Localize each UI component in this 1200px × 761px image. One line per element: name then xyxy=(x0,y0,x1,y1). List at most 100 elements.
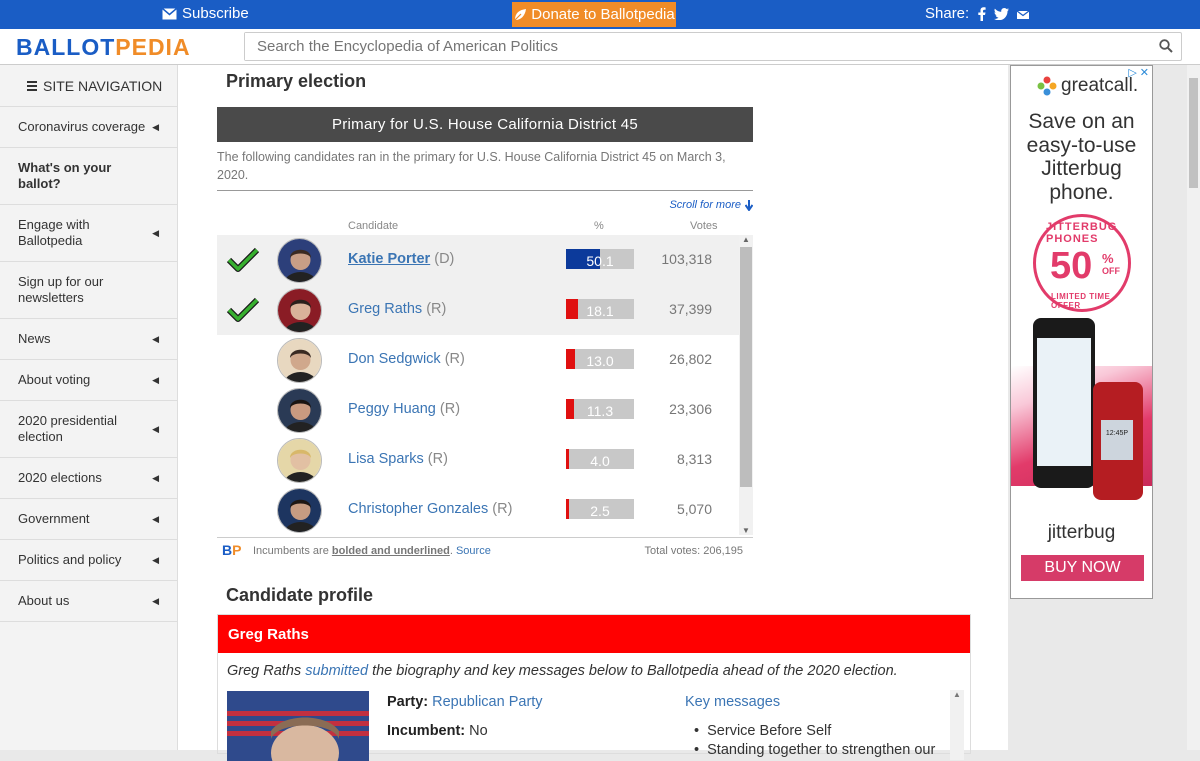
sidebar-item[interactable]: News ◀ xyxy=(0,319,177,360)
envelope-icon xyxy=(162,7,177,19)
key-message-item: • Service Before Self xyxy=(694,723,832,739)
candidate-party: (R) xyxy=(492,501,513,517)
badge-number: 50 xyxy=(1050,245,1093,287)
vote-count: 5,070 xyxy=(676,501,712,517)
sidebar-item[interactable]: 2020 presidential election ◀ xyxy=(0,401,177,458)
scroll-for-more-link[interactable]: Scroll for more xyxy=(669,199,753,211)
sidebar-item[interactable]: Politics and policy ◀ xyxy=(0,540,177,581)
donate-button[interactable]: Donate to Ballotpedia xyxy=(512,2,676,27)
discount-badge: JITTERBUG PHONES 50 % OFF LIMITED TIME O… xyxy=(1033,214,1131,312)
candidate-name-link[interactable]: Don Sedgwick xyxy=(348,351,441,367)
caret-left-icon[interactable]: ◀ xyxy=(152,119,159,135)
candidate-avatar[interactable] xyxy=(277,288,322,333)
sidebar-item[interactable]: Sign up for our newsletters xyxy=(0,262,177,319)
sidebar-item[interactable]: 2020 elections ◀ xyxy=(0,458,177,499)
candidate-avatar[interactable] xyxy=(277,338,322,383)
vote-count: 8,313 xyxy=(676,451,712,467)
logo-part-ballot: BALLOT xyxy=(16,34,116,60)
email-share-icon[interactable] xyxy=(1017,10,1030,20)
vote-percent-bar: 50.1 xyxy=(566,249,634,269)
col-votes: Votes xyxy=(690,220,718,232)
sidebar-item[interactable]: Coronavirus coverage ◀ xyxy=(0,107,177,148)
candidate-name-link[interactable]: Greg Raths xyxy=(348,301,422,317)
caret-left-icon[interactable]: ◀ xyxy=(152,593,159,609)
candidate-avatar[interactable] xyxy=(277,438,322,483)
page-scroll-thumb[interactable] xyxy=(1189,78,1198,188)
sidebar-item-label: 2020 presidential election xyxy=(18,413,118,444)
caret-left-icon[interactable]: ◀ xyxy=(152,225,159,241)
ad-close-icon[interactable]: ✕ xyxy=(1140,66,1149,79)
facebook-icon[interactable] xyxy=(977,6,986,21)
scroll-hint-label: Scroll for more xyxy=(669,199,741,211)
candidate-name-cell: Lisa Sparks (R) xyxy=(348,451,448,467)
scroll-down-arrow[interactable]: ▼ xyxy=(739,526,753,535)
search-input[interactable] xyxy=(245,33,1125,60)
leaf-icon xyxy=(513,8,527,21)
badge-off: OFF xyxy=(1102,266,1120,276)
candidate-name-cell: Christopher Gonzales (R) xyxy=(348,501,512,517)
candidate-name-link[interactable]: Christopher Gonzales xyxy=(348,501,488,517)
bp-logo-icon: BP xyxy=(222,542,242,558)
candidate-avatar[interactable] xyxy=(277,488,322,533)
candidate-row: Katie Porter (D) 50.1 103,318 xyxy=(217,235,739,285)
site-navigation-toggle[interactable]: SITE NAVIGATION xyxy=(0,65,177,107)
page-scrollbar[interactable] xyxy=(1187,65,1200,750)
caret-left-icon[interactable]: ◀ xyxy=(152,331,159,347)
results-scroll-thumb[interactable] xyxy=(740,247,752,487)
caret-left-icon[interactable]: ◀ xyxy=(152,470,159,486)
vote-percent-bar: 18.1 xyxy=(566,299,634,319)
advertisement[interactable]: ▷ ✕ greatcall. Save on an easy-to-use Ji… xyxy=(1010,65,1153,599)
submitted-link[interactable]: submitted xyxy=(305,663,368,679)
hamburger-icon xyxy=(27,80,37,91)
main-content: Primary election Primary for U.S. House … xyxy=(178,65,1008,761)
vote-percent-bar: 11.3 xyxy=(566,399,634,419)
candidate-name-link[interactable]: Peggy Huang xyxy=(348,401,436,417)
ad-headline: Save on an easy-to-use Jitterbug phone. xyxy=(1026,110,1137,204)
buy-now-button[interactable]: BUY NOW xyxy=(1021,555,1144,581)
candidate-avatar[interactable] xyxy=(277,388,322,433)
caret-left-icon[interactable]: ◀ xyxy=(152,552,159,568)
subscribe-label: Subscribe xyxy=(182,5,249,22)
ballotpedia-logo[interactable]: BALLOTPEDIA xyxy=(16,34,191,61)
sidebar-item[interactable]: What's on your ballot? xyxy=(0,148,177,205)
candidate-rows: Katie Porter (D) 50.1 103,318 Greg Raths (R… xyxy=(217,235,753,535)
sidebar-item-label: Coronavirus coverage xyxy=(18,119,146,134)
incumbent-note: Incumbents are bolded and underlined. So… xyxy=(253,545,491,557)
party-link[interactable]: Republican Party xyxy=(432,694,542,710)
candidate-name-link[interactable]: Katie Porter xyxy=(348,251,430,267)
col-candidate: Candidate xyxy=(348,220,399,232)
twitter-icon[interactable] xyxy=(994,7,1010,20)
vote-percent-label: 18.1 xyxy=(586,303,614,319)
subscribe-link[interactable]: Subscribe xyxy=(162,5,249,22)
party-label: Party: xyxy=(387,694,429,710)
candidate-party: (R) xyxy=(427,451,448,467)
sidebar-item[interactable]: About voting ◀ xyxy=(0,360,177,401)
caret-left-icon[interactable]: ◀ xyxy=(152,511,159,527)
sidebar-item[interactable]: About us ◀ xyxy=(0,581,177,622)
sidebar-item[interactable]: Government ◀ xyxy=(0,499,177,540)
scroll-up-arrow[interactable]: ▲ xyxy=(739,235,753,244)
candidate-row: Christopher Gonzales (R) 2.5 5,070 xyxy=(217,485,739,535)
candidate-name-link[interactable]: Lisa Sparks xyxy=(348,451,424,467)
winner-check-icon xyxy=(227,297,259,322)
search-icon[interactable] xyxy=(1159,39,1173,53)
sidebar-item-label: 2020 elections xyxy=(18,470,102,485)
results-scrollbar[interactable]: ▲ ▼ xyxy=(739,235,753,535)
sidebar-item-label: Engage with Ballotpedia xyxy=(18,217,90,248)
profile-name-header: Greg Raths xyxy=(218,615,970,653)
caret-left-icon[interactable]: ◀ xyxy=(152,372,159,388)
greatcall-logo: greatcall. xyxy=(1037,75,1138,97)
candidate-profile-card: Greg Raths Greg Raths submitted the biog… xyxy=(217,614,971,761)
badge-arc-text: JITTERBUG PHONES xyxy=(1046,221,1118,245)
caret-left-icon[interactable]: ◀ xyxy=(152,421,159,437)
vote-percent-label: 13.0 xyxy=(586,353,614,369)
logo-part-pedia: PEDIA xyxy=(115,34,191,60)
sidebar-item[interactable]: Engage with Ballotpedia ◀ xyxy=(0,205,177,262)
source-link[interactable]: Source xyxy=(456,545,491,557)
sidebar: SITE NAVIGATION Coronavirus coverage ◀ Wha… xyxy=(0,65,178,750)
candidate-avatar[interactable] xyxy=(277,238,322,283)
vote-percent-bar: 13.0 xyxy=(566,349,634,369)
key-messages-link[interactable]: Key messages xyxy=(685,694,780,710)
candidate-photo xyxy=(227,691,369,761)
flip-phone-image: 12:45P xyxy=(1093,382,1143,500)
